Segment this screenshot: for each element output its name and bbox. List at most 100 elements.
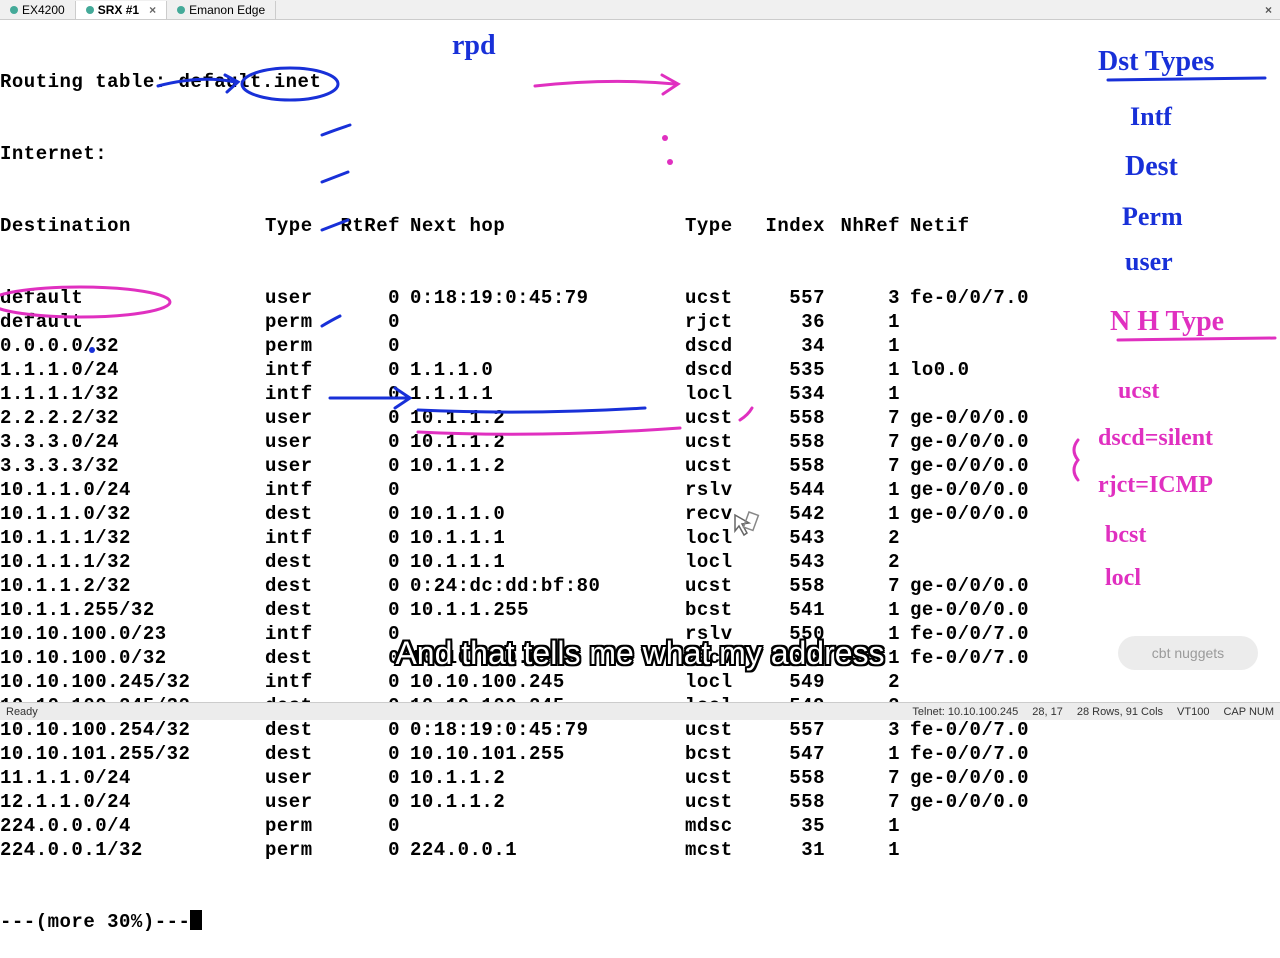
cell-nhref: 1 — [840, 382, 910, 406]
header-row: Destination Type RtRef Next hop Type Ind… — [0, 214, 1280, 238]
cell-type2: ucst — [685, 430, 755, 454]
cell-netif — [910, 334, 1060, 358]
cell-index: 34 — [755, 334, 840, 358]
cell-nhref: 1 — [840, 814, 910, 838]
cell-index: 544 — [755, 478, 840, 502]
cell-index: 557 — [755, 286, 840, 310]
cell-netif: lo0.0 — [910, 358, 1060, 382]
cell-netif: ge-0/0/0.0 — [910, 598, 1060, 622]
cell-type2: ucst — [685, 790, 755, 814]
cell-nhref: 2 — [840, 670, 910, 694]
cell-netif — [910, 838, 1060, 862]
status-pos: 28, 17 — [1032, 706, 1063, 718]
cell-dest: 2.2.2.2/32 — [0, 406, 265, 430]
cell-rtref: 0 — [335, 718, 410, 742]
cell-type2: rjct — [685, 310, 755, 334]
cell-nhref: 1 — [840, 598, 910, 622]
cell-index: 558 — [755, 766, 840, 790]
cell-rtref: 0 — [335, 310, 410, 334]
tab-0[interactable]: EX4200 — [0, 1, 76, 19]
cell-dest: 10.10.101.255/32 — [0, 742, 265, 766]
cell-rtref: 0 — [335, 382, 410, 406]
cell-dest: 10.1.1.0/32 — [0, 502, 265, 526]
cell-type2: ucst — [685, 286, 755, 310]
tab-2[interactable]: Emanon Edge — [167, 1, 276, 19]
table-row: 1.1.1.1/32intf01.1.1.1locl5341 — [0, 382, 1280, 406]
table-row: 224.0.0.1/32perm0224.0.0.1mcst311 — [0, 838, 1280, 862]
cell-rtref: 0 — [335, 406, 410, 430]
cell-rtref: 0 — [335, 790, 410, 814]
cell-nexthop: 10.1.1.255 — [410, 598, 685, 622]
cell-type2: rslv — [685, 478, 755, 502]
cell-rtref: 0 — [335, 358, 410, 382]
cell-index: 557 — [755, 718, 840, 742]
cell-type1: perm — [265, 838, 335, 862]
cell-netif: fe-0/0/7.0 — [910, 646, 1060, 670]
cell-type1: intf — [265, 358, 335, 382]
cell-type2: bcst — [685, 598, 755, 622]
tab-label: SRX #1 — [98, 3, 139, 17]
cell-netif: ge-0/0/0.0 — [910, 454, 1060, 478]
terminal-output[interactable]: Routing table: default.inet Internet: De… — [0, 20, 1280, 958]
cell-nhref: 1 — [840, 358, 910, 382]
cell-rtref: 0 — [335, 766, 410, 790]
cell-type1: perm — [265, 814, 335, 838]
cell-type2: locl — [685, 670, 755, 694]
cell-index: 542 — [755, 502, 840, 526]
table-row: 10.1.1.0/24intf0rslv5441ge-0/0/0.0 — [0, 478, 1280, 502]
cell-dest: 1.1.1.1/32 — [0, 382, 265, 406]
cell-dest: 0.0.0.0/32 — [0, 334, 265, 358]
status-ready: Ready — [6, 706, 38, 718]
cell-dest: 11.1.1.0/24 — [0, 766, 265, 790]
video-caption: And that tells me what my address — [395, 635, 884, 672]
cell-index: 558 — [755, 406, 840, 430]
cell-nhref: 2 — [840, 550, 910, 574]
cell-nexthop: 10.10.101.255 — [410, 742, 685, 766]
cell-rtref: 0 — [335, 742, 410, 766]
cell-type1: user — [265, 766, 335, 790]
cell-type2: ucst — [685, 766, 755, 790]
cell-nhref: 7 — [840, 454, 910, 478]
table-row: 10.1.1.255/32dest010.1.1.255bcst5411ge-0… — [0, 598, 1280, 622]
table-row: defaultperm0rjct361 — [0, 310, 1280, 334]
cell-dest: 10.10.100.245/32 — [0, 670, 265, 694]
cell-type2: dscd — [685, 334, 755, 358]
cell-netif: fe-0/0/7.0 — [910, 622, 1060, 646]
cell-type1: user — [265, 430, 335, 454]
cell-type2: locl — [685, 526, 755, 550]
cell-nexthop: 10.1.1.1 — [410, 550, 685, 574]
tab-bar: EX4200 SRX #1 × Emanon Edge × — [0, 0, 1280, 20]
cell-type2: locl — [685, 382, 755, 406]
cell-type2: bcst — [685, 742, 755, 766]
routing-subtitle: Internet: — [0, 142, 1280, 166]
cell-type2: dscd — [685, 358, 755, 382]
cell-netif — [910, 310, 1060, 334]
cell-type1: dest — [265, 502, 335, 526]
cell-index: 547 — [755, 742, 840, 766]
close-all-tabs-icon[interactable]: × — [1257, 3, 1280, 17]
table-row: 3.3.3.0/24user010.1.1.2ucst5587ge-0/0/0.… — [0, 430, 1280, 454]
cell-type2: ucst — [685, 574, 755, 598]
tab-label: EX4200 — [22, 3, 65, 17]
cell-index: 558 — [755, 574, 840, 598]
hdr-netif: Netif — [910, 214, 1060, 238]
cell-nexthop: 10.1.1.2 — [410, 406, 685, 430]
close-icon[interactable]: × — [149, 3, 156, 17]
status-telnet: Telnet: 10.10.100.245 — [912, 706, 1018, 718]
cell-type1: intf — [265, 670, 335, 694]
cell-type1: intf — [265, 526, 335, 550]
cell-nhref: 1 — [840, 478, 910, 502]
cell-netif: ge-0/0/0.0 — [910, 766, 1060, 790]
cell-index: 535 — [755, 358, 840, 382]
cell-dest: 12.1.1.0/24 — [0, 790, 265, 814]
cell-nexthop — [410, 814, 685, 838]
cell-netif — [910, 670, 1060, 694]
cell-dest: default — [0, 286, 265, 310]
cell-rtref: 0 — [335, 574, 410, 598]
cell-index: 36 — [755, 310, 840, 334]
cell-type1: user — [265, 286, 335, 310]
cell-index: 558 — [755, 454, 840, 478]
cell-netif: ge-0/0/0.0 — [910, 502, 1060, 526]
cell-nexthop — [410, 310, 685, 334]
tab-1[interactable]: SRX #1 × — [76, 1, 167, 19]
